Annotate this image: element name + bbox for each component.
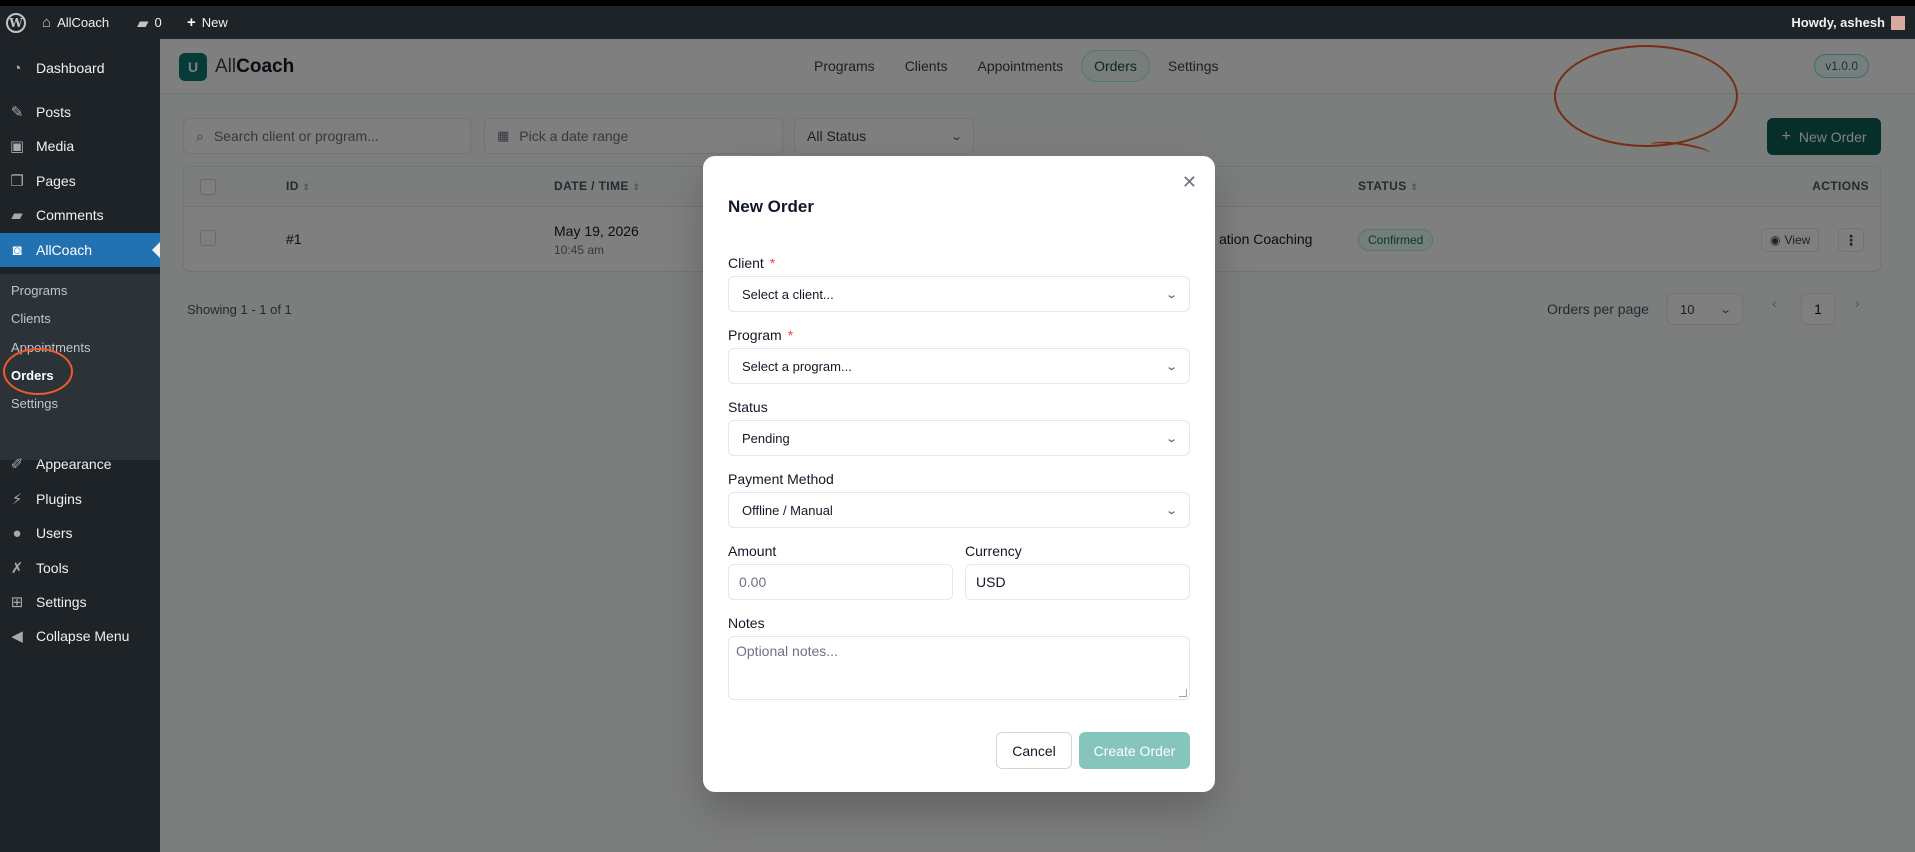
wordpress-icon: W <box>6 12 26 33</box>
currency-label: Currency <box>965 543 1022 559</box>
sidebar-item-label: Tools <box>36 560 69 576</box>
sidebar-item-users[interactable]: ● Users <box>0 516 160 550</box>
required-mark: * <box>769 255 776 271</box>
program-label: Program * <box>728 327 794 343</box>
sidebar-item-media[interactable]: ▣ Media <box>0 129 160 163</box>
site-name: AllCoach <box>57 15 110 30</box>
currency-value: USD <box>976 574 1006 590</box>
site-name-link[interactable]: ⌂ AllCoach <box>42 6 109 39</box>
comment-bubble-icon: ▰ <box>137 14 149 32</box>
sidebar-item-pages[interactable]: ❐ Pages <box>0 164 160 198</box>
program-select[interactable]: Select a program... ⌄ <box>728 348 1190 384</box>
notes-label: Notes <box>728 615 765 631</box>
program-select-value: Select a program... <box>742 358 852 374</box>
payment-method-label: Payment Method <box>728 471 834 487</box>
user-icon: ● <box>12 524 22 542</box>
wrench-icon: ✗ <box>10 560 24 577</box>
status-label: Status <box>728 399 768 415</box>
media-icon: ▣ <box>9 138 25 155</box>
sidebar-item-label: Users <box>36 525 73 541</box>
sidebar-item-dashboard[interactable]: ◔ Dashboard <box>0 51 160 85</box>
payment-method-value: Offline / Manual <box>742 502 833 518</box>
client-select-value: Select a client... <box>742 286 834 302</box>
sidebar-item-label: Media <box>36 138 75 154</box>
comments-link[interactable]: ▰ 0 <box>137 6 162 39</box>
annotation-circle-orders <box>3 348 73 395</box>
modal-title: New Order <box>728 197 814 216</box>
client-select[interactable]: Select a client... ⌄ <box>728 276 1190 312</box>
chevron-down-icon: ⌄ <box>1164 360 1178 373</box>
dashboard-icon: ◔ <box>12 59 22 77</box>
sidebar-item-posts[interactable]: ✎ Posts <box>0 95 160 129</box>
chevron-down-icon: ⌄ <box>1164 288 1178 301</box>
pin-icon: ✎ <box>10 104 24 121</box>
wp-admin-sidebar: ◔ Dashboard ✎ Posts ▣ Media ❐ Pages ▰ Co… <box>0 39 160 852</box>
collapse-icon: ◀ <box>11 628 23 645</box>
home-icon: ⌂ <box>42 14 52 31</box>
sidebar-item-label: Comments <box>36 207 104 223</box>
plug-icon: ⚡ <box>11 491 23 508</box>
create-order-button[interactable]: Create Order <box>1079 732 1190 769</box>
howdy-text: Howdy, ashesh <box>1791 15 1885 30</box>
submenu-item-clients[interactable]: Clients <box>11 311 51 326</box>
allcoach-icon: ◙ <box>12 241 22 259</box>
sidebar-item-label: Posts <box>36 104 72 120</box>
amount-input[interactable]: 0.00 <box>728 564 953 600</box>
comments-count: 0 <box>154 15 162 30</box>
comment-icon: ▰ <box>11 207 23 224</box>
amount-placeholder: 0.00 <box>739 574 767 590</box>
active-arrow <box>152 242 160 258</box>
submenu-item-settings[interactable]: Settings <box>11 396 58 411</box>
sidebar-item-allcoach[interactable]: ◙ AllCoach <box>0 233 160 267</box>
brush-icon: ✐ <box>10 456 24 473</box>
chevron-down-icon: ⌄ <box>1164 504 1178 517</box>
close-icon[interactable]: ✕ <box>1182 172 1197 193</box>
sidebar-item-comments[interactable]: ▰ Comments <box>0 198 160 232</box>
status-select-value: Pending <box>742 430 790 446</box>
sidebar-item-label: Plugins <box>36 491 82 507</box>
sidebar-item-label: AllCoach <box>36 242 93 258</box>
wp-admin-bar: W ⌂ AllCoach ▰ 0 + New Howdy, ashesh <box>0 0 1915 39</box>
chevron-down-icon: ⌄ <box>1164 432 1178 445</box>
new-content-link[interactable]: + New <box>187 6 228 39</box>
new-order-modal: New Order ✕ Client * Select a client... ⌄… <box>703 156 1215 792</box>
sidebar-item-label: Collapse Menu <box>36 628 130 644</box>
currency-input[interactable]: USD <box>965 564 1190 600</box>
sidebar-item-plugins[interactable]: ⚡ Plugins <box>0 482 160 516</box>
sidebar-item-settings[interactable]: ⊞ Settings <box>0 585 160 619</box>
sidebar-item-tools[interactable]: ✗ Tools <box>0 551 160 585</box>
sidebar-item-label: Dashboard <box>36 60 105 76</box>
my-account-link[interactable]: Howdy, ashesh <box>1791 6 1905 39</box>
notes-placeholder: Optional notes... <box>736 643 838 659</box>
plus-icon: + <box>187 14 196 31</box>
sidebar-item-label: Appearance <box>36 456 112 472</box>
settings-icon: ⊞ <box>10 594 24 611</box>
payment-method-select[interactable]: Offline / Manual ⌄ <box>728 492 1190 528</box>
amount-label: Amount <box>728 543 777 559</box>
resize-handle-icon[interactable] <box>1179 689 1187 697</box>
sidebar-item-appearance[interactable]: ✐ Appearance <box>0 447 160 481</box>
client-label: Client * <box>728 255 776 271</box>
submenu-item-programs[interactable]: Programs <box>11 283 67 298</box>
sidebar-collapse-menu[interactable]: ◀ Collapse Menu <box>0 619 160 653</box>
new-label: New <box>201 15 228 30</box>
notes-textarea[interactable]: Optional notes... <box>728 636 1190 700</box>
cancel-button[interactable]: Cancel <box>996 732 1072 769</box>
status-select[interactable]: Pending ⌄ <box>728 420 1190 456</box>
wp-logo-link[interactable]: W <box>6 6 26 39</box>
required-mark: * <box>787 327 794 343</box>
sidebar-item-label: Settings <box>36 594 87 610</box>
pages-icon: ❐ <box>10 173 24 190</box>
sidebar-item-label: Pages <box>36 173 76 189</box>
avatar <box>1891 15 1905 30</box>
